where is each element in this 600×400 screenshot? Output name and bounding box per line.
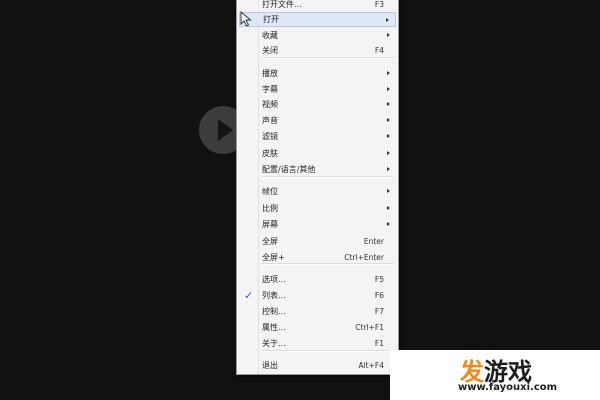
menu-item[interactable]: 比例 — [239, 201, 396, 216]
menu-item[interactable]: 声音 — [239, 113, 396, 128]
menu-separator — [261, 350, 394, 352]
menu-item-label: 视频 — [262, 100, 278, 109]
submenu-arrow-icon — [387, 151, 390, 155]
menu-separator — [261, 176, 394, 178]
menu-item-label: 退出 — [262, 361, 278, 370]
menu-item-shortcut: Ctrl+F1 — [355, 323, 384, 332]
menu-separator — [261, 57, 394, 59]
menu-item-label: 滤镜 — [262, 132, 278, 141]
menu-item-label: 全屏 — [262, 237, 278, 246]
menu-item[interactable]: 属性... Ctrl+F1 — [239, 320, 396, 335]
watermark-url: www.fayouxi.com — [458, 382, 558, 393]
submenu-arrow-icon — [387, 134, 390, 138]
menu-item[interactable]: 关闭 F4 — [239, 43, 396, 58]
menu-item[interactable]: 收藏 — [239, 28, 396, 43]
menu-item[interactable]: 帧位 — [239, 184, 396, 199]
menu-item-shortcut: Alt+F4 — [358, 361, 384, 370]
menu-item[interactable]: 皮肤 — [239, 146, 396, 161]
menu-item-shortcut: F5 — [374, 275, 384, 284]
checkmark-icon: ✓ — [244, 289, 254, 302]
menu-item[interactable]: 关于... F1 — [239, 336, 396, 351]
menu-item[interactable]: 字幕 — [239, 82, 396, 97]
submenu-arrow-icon — [387, 222, 390, 226]
menu-item-label: 打开文件... — [262, 0, 302, 9]
submenu-arrow-icon — [387, 118, 390, 122]
menu-item-shortcut: Enter — [363, 237, 384, 246]
menu-item[interactable]: 选项... F5 — [239, 272, 396, 287]
menu-item[interactable]: ✓ 列表... F6 — [239, 288, 396, 303]
menu-item[interactable]: 视频 — [239, 97, 396, 112]
menu-item-label: 皮肤 — [262, 149, 278, 158]
context-menu: 打开文件... F3 打开收藏关闭 F4 播放字幕视频声音滤镜皮肤配置/语言/其他 帧位比… — [236, 0, 399, 375]
menu-item-label: 屏幕 — [262, 220, 278, 229]
submenu-arrow-icon — [387, 167, 390, 171]
submenu-arrow-icon — [387, 206, 390, 210]
menu-item-label: 列表... — [262, 291, 286, 300]
menu-item-label: 比例 — [262, 204, 278, 213]
menu-item[interactable]: 全屏 Enter — [239, 234, 396, 249]
mouse-cursor-icon — [240, 11, 252, 27]
menu-item[interactable]: 退出 Alt+F4 — [239, 358, 396, 373]
menu-item-label: 播放 — [262, 69, 278, 78]
menu-item[interactable]: 屏幕 — [239, 217, 396, 232]
menu-item-shortcut: F7 — [374, 307, 384, 316]
menu-item[interactable]: 打开文件... F3 — [239, 0, 396, 12]
submenu-arrow-icon — [387, 189, 390, 193]
menu-item-label: 收藏 — [262, 31, 278, 40]
menu-item[interactable]: 打开 — [239, 12, 396, 27]
menu-item-shortcut: F3 — [374, 0, 384, 9]
menu-item-label: 帧位 — [262, 187, 278, 196]
menu-item[interactable]: 配置/语言/其他 — [239, 162, 396, 177]
menu-item-label: 字幕 — [262, 85, 278, 94]
menu-item-shortcut: F4 — [374, 46, 384, 55]
menu-item[interactable]: 控制... F7 — [239, 304, 396, 319]
submenu-arrow-icon — [387, 33, 390, 37]
menu-item-label: 属性... — [262, 323, 286, 332]
menu-item-label: 关于... — [262, 339, 286, 348]
menu-item-label: 选项... — [262, 275, 286, 284]
menu-item-label: 控制... — [262, 307, 286, 316]
submenu-arrow-icon — [387, 71, 390, 75]
menu-item[interactable]: 滤镜 — [239, 129, 396, 144]
menu-item-shortcut: F1 — [374, 339, 384, 348]
submenu-arrow-icon — [387, 87, 390, 91]
play-icon — [218, 119, 233, 141]
menu-item-shortcut: F6 — [374, 291, 384, 300]
menu-item-label: 打开 — [263, 15, 279, 24]
watermark-banner: 发游戏 www.fayouxi.com — [390, 350, 600, 400]
menu-separator — [261, 263, 394, 265]
menu-item[interactable]: 播放 — [239, 66, 396, 81]
menu-item-label: 声音 — [262, 116, 278, 125]
submenu-arrow-icon — [387, 102, 390, 106]
submenu-arrow-icon — [386, 18, 389, 22]
menu-item-label: 关闭 — [262, 46, 278, 55]
menu-item-label: 配置/语言/其他 — [262, 165, 316, 174]
